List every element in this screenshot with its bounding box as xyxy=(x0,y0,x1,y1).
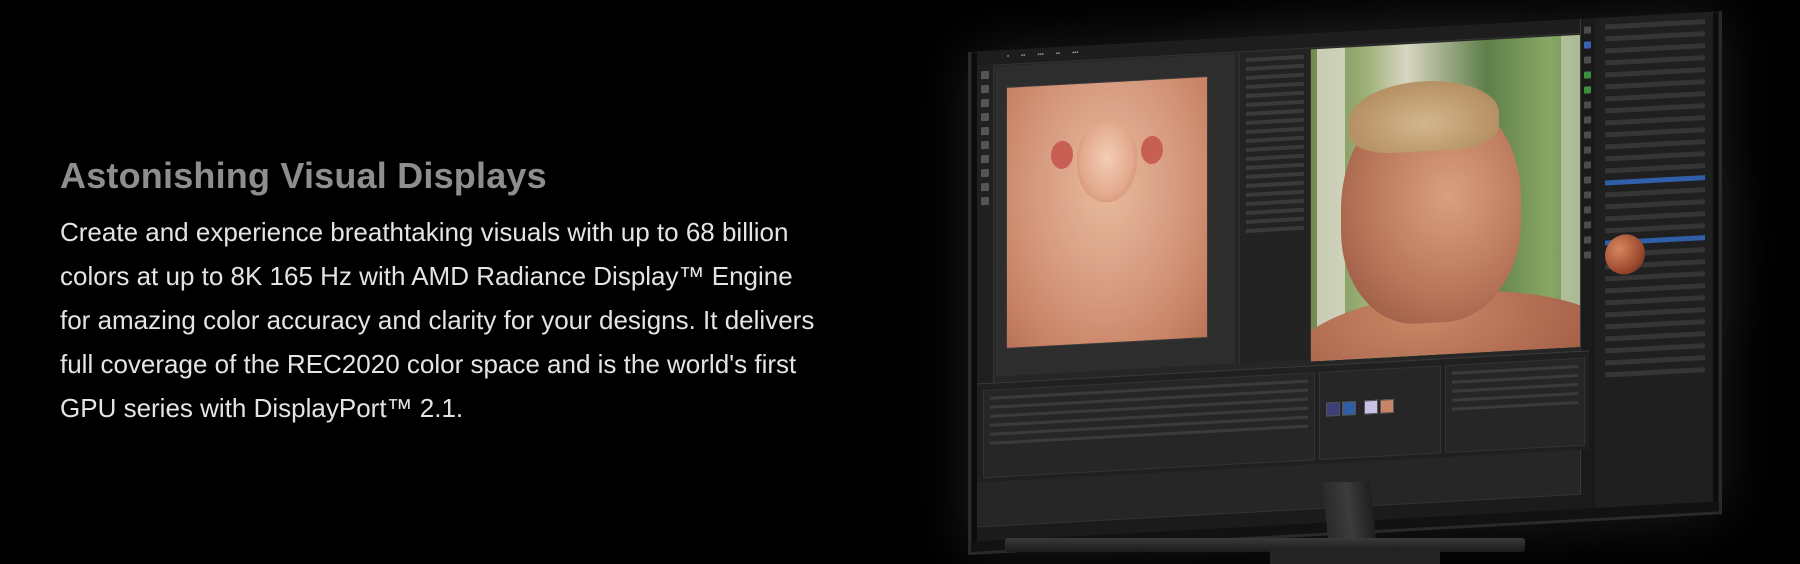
layer-panel xyxy=(1239,49,1311,364)
swatch xyxy=(1342,400,1356,416)
attributes-panel xyxy=(1580,11,1713,509)
swatch-panel xyxy=(1319,365,1441,460)
skin-texture-map xyxy=(1007,77,1207,348)
timeline-panel xyxy=(983,372,1315,479)
texture-ear-left xyxy=(1051,140,1073,170)
section-body: Create and experience breathtaking visua… xyxy=(60,217,815,423)
coordinates-panel xyxy=(1445,357,1585,454)
swatch xyxy=(1364,399,1378,415)
feature-copy: Astonishing Visual Displays Create and e… xyxy=(60,150,820,430)
texture-ear-right xyxy=(1141,135,1163,165)
rendered-hair xyxy=(1349,77,1499,156)
monitor-display: ▪ ▪▪ ▪▪▪ ▪▪ ▪▪▪ xyxy=(968,11,1722,556)
texture-face xyxy=(1077,120,1137,205)
section-heading: Astonishing Visual Displays xyxy=(60,155,547,196)
monitor-stand-base xyxy=(1005,538,1525,552)
swatch xyxy=(1326,401,1340,417)
hero-section: Astonishing Visual Displays Create and e… xyxy=(0,0,1800,564)
uv-texture-viewport xyxy=(995,53,1235,377)
tool-column xyxy=(977,64,994,422)
monitor-stand-foot xyxy=(1270,550,1440,564)
monitor-screen: ▪ ▪▪ ▪▪▪ ▪▪ ▪▪▪ xyxy=(977,11,1713,542)
monitor-stand-icon xyxy=(1322,482,1376,538)
swatch xyxy=(1380,398,1394,414)
